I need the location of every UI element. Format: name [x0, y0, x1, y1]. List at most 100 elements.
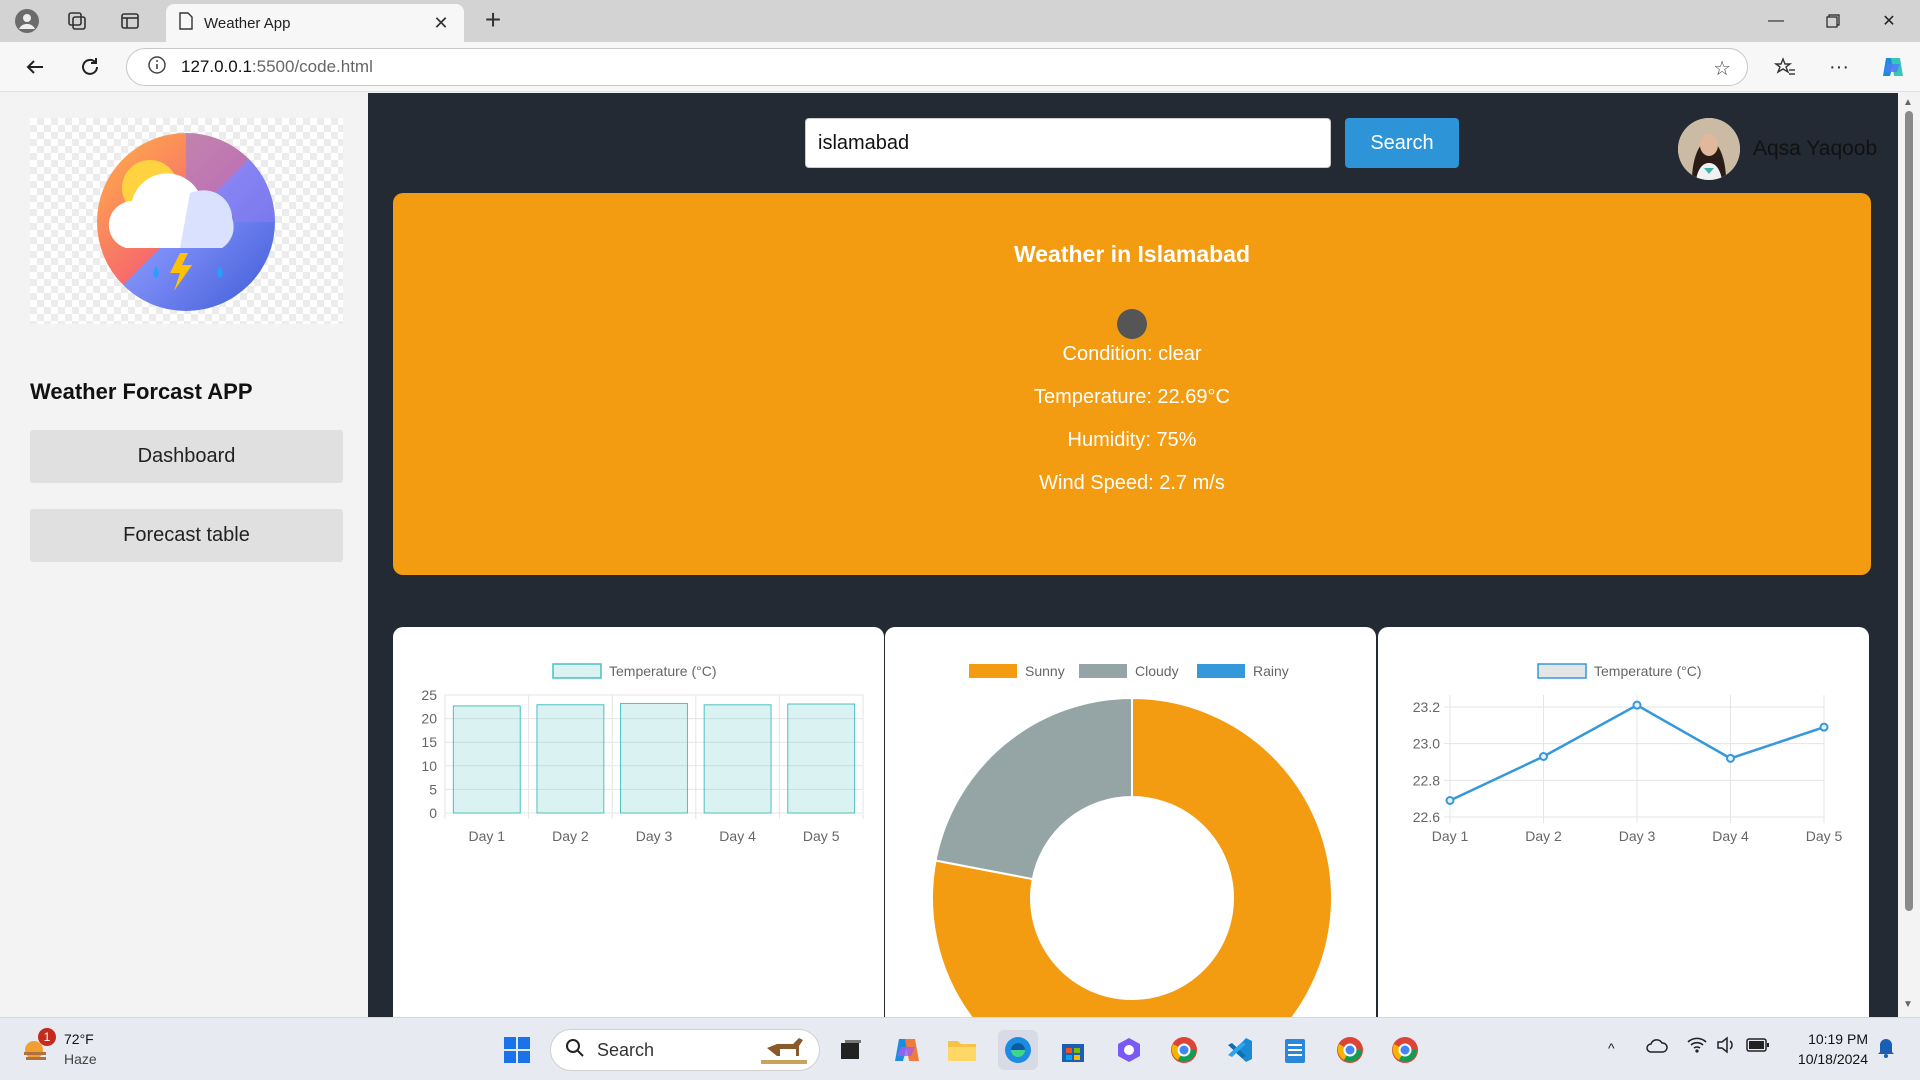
start-windows-icon[interactable]: [497, 1030, 537, 1070]
back-button[interactable]: [18, 52, 52, 82]
file-explorer-icon[interactable]: [942, 1030, 982, 1070]
profile-icon[interactable]: [12, 7, 42, 35]
clock-date[interactable]: 10/18/2024: [1770, 1051, 1868, 1067]
onedrive-icon[interactable]: [1646, 1038, 1668, 1059]
y-tick-label: 5: [429, 781, 437, 797]
y-tick-label: 15: [421, 734, 437, 750]
x-tick-label: Day 4: [1712, 828, 1749, 844]
close-window-button[interactable]: ✕: [1866, 6, 1912, 36]
refresh-button[interactable]: [73, 52, 107, 82]
y-tick-label: 22.6: [1413, 809, 1440, 825]
x-tick-label: Day 3: [1619, 828, 1656, 844]
clock-time[interactable]: 10:19 PM: [1770, 1031, 1868, 1047]
address-bar-row: 127.0.0.1:5500/code.html ☆ ···: [0, 42, 1920, 92]
x-tick-label: Day 3: [636, 828, 673, 844]
close-tab-icon[interactable]: ✕: [430, 13, 452, 34]
current-weather-card: Weather in Islamabad Condition: clear Te…: [393, 193, 1871, 575]
more-options-icon[interactable]: ···: [1822, 52, 1856, 82]
temperature-line-chart: Temperature (°C) 22.6 22.8 23.0 23.2 Day 1 Day…: [1413, 663, 1843, 844]
copilot-icon[interactable]: [1876, 52, 1910, 82]
minimize-button[interactable]: —: [1753, 6, 1799, 36]
city-search-input[interactable]: [805, 118, 1331, 168]
bar: [787, 703, 856, 814]
taskbar-weather-temp: 72°F: [64, 1031, 94, 1047]
search-icon: [565, 1038, 585, 1063]
browser-tab-bar: Weather App ✕ + — ✕: [0, 0, 1920, 42]
scroll-down-icon[interactable]: ▼: [1903, 999, 1913, 1010]
y-tick-label: 10: [421, 758, 437, 774]
data-point: [1445, 796, 1455, 805]
weather-humidity: Humidity: 75%: [1067, 429, 1197, 451]
m365-icon[interactable]: [1109, 1030, 1149, 1070]
notepad-icon[interactable]: [1275, 1030, 1315, 1070]
weather-logo: [30, 118, 343, 324]
data-point: [1539, 752, 1548, 761]
dashboard-button[interactable]: Dashboard: [30, 430, 343, 483]
page-scrollbar[interactable]: ▲ ▼: [1898, 93, 1920, 1017]
search-button[interactable]: Search: [1345, 118, 1459, 168]
url-bar[interactable]: 127.0.0.1:5500/code.html ☆: [126, 48, 1748, 86]
taskbar-weather-desc: Haze: [64, 1051, 97, 1067]
url-host: 127.0.0.1: [181, 57, 252, 76]
x-tick-label: Day 1: [1432, 828, 1469, 844]
app-title: Weather Forcast APP: [30, 379, 253, 404]
weather-title: Weather in Islamabad: [1013, 241, 1251, 267]
weather-status-icon: [1117, 309, 1147, 339]
tray-chevron-icon[interactable]: ^: [1608, 1040, 1615, 1056]
new-tab-button[interactable]: +: [478, 6, 508, 34]
favorites-icon[interactable]: [1768, 52, 1802, 82]
chrome-profile-a-icon[interactable]: [1330, 1030, 1370, 1070]
legend-swatch: [1537, 663, 1587, 679]
main-content: Search Aqsa Yaqoob Weather in Islamabad …: [368, 93, 1898, 1027]
microsoft-store-icon[interactable]: [1053, 1030, 1093, 1070]
x-tick-label: Day 4: [719, 828, 756, 844]
page-icon: [178, 11, 194, 35]
tab-actions-icon[interactable]: [115, 7, 145, 35]
forecast-table-button[interactable]: Forecast table: [30, 509, 343, 562]
data-point: [1819, 722, 1829, 732]
y-tick-label: 23.0: [1413, 736, 1440, 752]
tab-weather-app[interactable]: Weather App ✕: [166, 4, 464, 42]
notification-bell-icon[interactable]: [1876, 1036, 1896, 1063]
avatar[interactable]: [1678, 118, 1740, 180]
site-info-icon[interactable]: [147, 55, 167, 80]
y-tick-label: 20: [421, 711, 437, 727]
data-point: [1632, 700, 1642, 710]
battery-icon[interactable]: [1746, 1037, 1770, 1058]
url-path: :5500/code.html: [251, 57, 373, 76]
legend-label: Cloudy: [1135, 663, 1179, 679]
chrome-profile-b-icon[interactable]: [1385, 1030, 1425, 1070]
search-highlight-icon: [761, 1034, 807, 1071]
weather-temperature: Temperature: 22.69°C: [1034, 386, 1230, 408]
favorite-star-icon[interactable]: ☆: [1713, 56, 1731, 81]
volume-icon[interactable]: [1716, 1036, 1736, 1059]
data-point: [1726, 753, 1735, 763]
weather-widget-icon[interactable]: 1: [20, 1028, 56, 1064]
workspaces-icon[interactable]: [62, 7, 92, 35]
bar: [536, 704, 605, 814]
taskbar-search[interactable]: Search: [550, 1029, 820, 1071]
legend-label: Temperature (°C): [1594, 663, 1702, 679]
legend-label: Rainy: [1253, 663, 1289, 679]
scroll-up-icon[interactable]: ▲: [1903, 97, 1913, 108]
copilot-taskbar-icon[interactable]: [887, 1030, 927, 1070]
x-tick-label: Day 5: [1806, 828, 1843, 844]
bar: [452, 705, 521, 814]
vscode-icon[interactable]: [1220, 1030, 1260, 1070]
scroll-thumb[interactable]: [1905, 111, 1913, 911]
restore-button[interactable]: [1810, 6, 1856, 36]
taskbar: 1 72°F Haze Search ^ 10:19 PM 10/18/2024: [0, 1017, 1920, 1080]
y-tick-label: 23.2: [1413, 699, 1440, 715]
legend-swatch: [1079, 664, 1127, 678]
wifi-icon[interactable]: [1686, 1036, 1708, 1059]
weather-notification-badge: 1: [38, 1028, 56, 1046]
doughnut-chart-card: Sunny Cloudy Rainy: [885, 627, 1376, 1027]
task-view-icon[interactable]: [831, 1030, 871, 1070]
taskbar-search-label: Search: [597, 1039, 655, 1060]
chrome-icon[interactable]: [1164, 1030, 1204, 1070]
tab-title: Weather App: [204, 14, 291, 32]
x-tick-label: Day 2: [552, 828, 589, 844]
edge-browser-icon[interactable]: [998, 1030, 1038, 1070]
legend-label: Temperature (°C): [609, 663, 717, 679]
legend-swatch: [552, 663, 602, 679]
